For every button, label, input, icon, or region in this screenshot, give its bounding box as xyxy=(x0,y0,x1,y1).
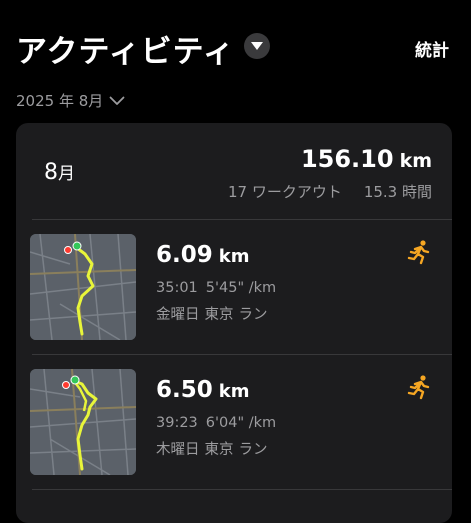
caret-down-icon xyxy=(251,41,263,50)
month-number: 8 xyxy=(44,160,58,185)
distance-unit: km xyxy=(218,246,250,267)
activity-row[interactable]: 6.09 km 35:01 5'45" /km 金曜日 東京 ラン xyxy=(16,220,452,354)
stats-button[interactable]: 統計 xyxy=(415,36,449,61)
distance-value: 6.50 xyxy=(156,377,213,403)
distance-unit: km xyxy=(218,381,250,402)
month-suffix: 月 xyxy=(58,164,75,184)
route-end-dot xyxy=(64,246,72,254)
activity-details: 木曜日 東京 ラン xyxy=(156,438,268,459)
month-stats: 17 ワークアウト 15.3 時間 xyxy=(228,181,432,202)
activity-card: 8月 156.10 km 17 ワークアウト 15.3 時間 6.09 km 35:0… xyxy=(16,123,452,523)
divider xyxy=(32,489,452,490)
running-icon xyxy=(407,240,430,265)
distance-value: 6.09 xyxy=(156,242,213,268)
activity-pace: 6'04" /km xyxy=(205,415,277,431)
chevron-down-icon xyxy=(109,96,125,105)
workout-count: 17 ワークアウト xyxy=(227,183,342,201)
running-icon xyxy=(407,375,430,400)
route-end-dot xyxy=(62,381,70,389)
month-summary: 8月 156.10 km 17 ワークアウト 15.3 時間 xyxy=(16,123,452,219)
activity-time-pace: 35:01 5'45" /km xyxy=(156,280,276,296)
period-label: 2025 年 8月 xyxy=(16,92,104,110)
activity-distance: 6.09 km xyxy=(156,242,249,268)
activity-weekday: 木曜日 xyxy=(156,442,200,458)
activity-row[interactable]: 6.50 km 39:23 6'04" /km 木曜日 東京 ラン xyxy=(16,355,452,489)
activity-duration: 39:23 xyxy=(156,415,198,431)
activity-time-pace: 39:23 6'04" /km xyxy=(156,415,276,431)
activity-details: 金曜日 東京 ラン xyxy=(156,303,268,324)
activity-location: 東京 xyxy=(204,442,234,458)
activity-weekday: 金曜日 xyxy=(156,307,200,323)
activity-type: ラン xyxy=(238,307,268,323)
activity-location: 東京 xyxy=(204,307,234,323)
page-title: アクティビティ xyxy=(16,34,235,70)
period-selector[interactable]: 2025 年 8月 xyxy=(16,90,125,111)
total-distance-unit: km xyxy=(399,150,432,172)
route-start-dot xyxy=(70,375,80,385)
activity-type: ラン xyxy=(238,442,268,458)
total-duration: 15.3 時間 xyxy=(363,183,432,201)
route-start-dot xyxy=(72,241,82,251)
total-distance-value: 156.10 xyxy=(300,145,394,173)
header: アクティビティ 統計 xyxy=(0,0,471,90)
activity-pace: 5'45" /km xyxy=(205,280,277,296)
month-label: 8月 xyxy=(44,159,75,185)
activity-duration: 35:01 xyxy=(156,280,198,296)
route-map xyxy=(30,234,136,340)
total-distance: 156.10 km xyxy=(301,145,432,173)
route-map xyxy=(30,369,136,475)
title-dropdown-button[interactable] xyxy=(244,33,270,59)
activity-distance: 6.50 km xyxy=(156,377,249,403)
